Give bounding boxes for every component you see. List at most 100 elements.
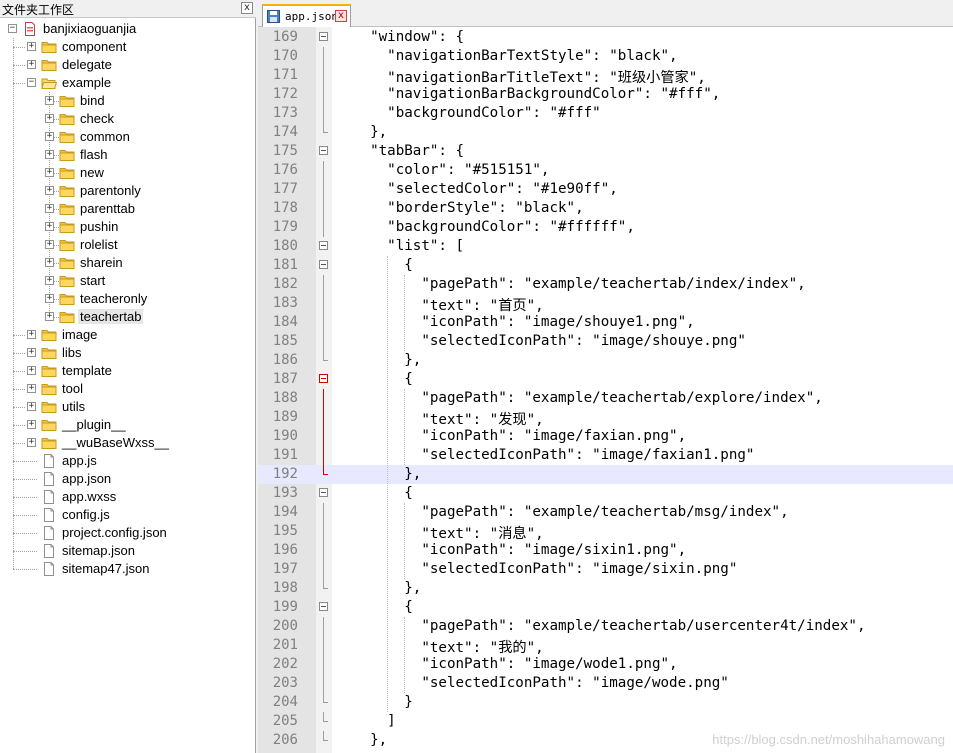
fold-toggle-icon[interactable] — [319, 146, 328, 155]
tree-folder-item[interactable]: + libs — [0, 344, 256, 362]
expand-toggle-icon[interactable]: + — [45, 186, 54, 195]
tree-folder-item[interactable]: + sharein — [0, 254, 256, 272]
code-text[interactable]: "list": [ — [353, 238, 464, 254]
tree-folder-item[interactable]: + common — [0, 128, 256, 146]
code-text[interactable]: "tabBar": { — [353, 143, 464, 159]
expand-toggle-icon[interactable]: + — [27, 438, 36, 447]
tab-close-icon[interactable]: x — [335, 10, 347, 22]
code-text[interactable]: "selectedColor": "#1e90ff", — [353, 181, 618, 197]
tree-folder-item[interactable]: + parentonly — [0, 182, 256, 200]
code-text[interactable]: "borderStyle": "black", — [353, 200, 583, 216]
tree-folder-item[interactable]: + flash — [0, 146, 256, 164]
expand-toggle-icon[interactable]: + — [27, 384, 36, 393]
tree-folder-item[interactable]: + teachertab — [0, 308, 256, 326]
code-text[interactable]: "text": "消息", — [353, 523, 543, 543]
tree-folder-item[interactable]: + image — [0, 326, 256, 344]
expand-toggle-icon[interactable]: + — [27, 420, 36, 429]
expand-toggle-icon[interactable]: + — [27, 402, 36, 411]
expand-toggle-icon[interactable]: + — [27, 348, 36, 357]
code-text[interactable]: "pagePath": "example/teachertab/explore/… — [353, 390, 822, 406]
expand-toggle-icon[interactable]: + — [45, 312, 54, 321]
expand-toggle-icon[interactable]: + — [45, 132, 54, 141]
tree-folder-item[interactable]: + delegate — [0, 56, 256, 74]
code-text[interactable]: "selectedIconPath": "image/faxian1.png" — [353, 447, 754, 463]
expand-toggle-icon[interactable]: + — [45, 150, 54, 159]
tree-folder-item[interactable]: + parenttab — [0, 200, 256, 218]
fold-toggle-icon[interactable] — [319, 602, 328, 611]
tree-folder-item[interactable]: + utils — [0, 398, 256, 416]
code-text[interactable]: "iconPath": "image/faxian.png", — [353, 428, 686, 444]
tree-folder-item[interactable]: + __wuBaseWxss__ — [0, 434, 256, 452]
tree-file-item[interactable]: app.js — [0, 452, 256, 470]
code-text[interactable]: "color": "#515151", — [353, 162, 549, 178]
code-text[interactable]: { — [353, 599, 413, 615]
code-text[interactable]: "window": { — [353, 29, 464, 45]
code-text[interactable]: } — [353, 694, 413, 710]
tree-folder-item[interactable]: + bind — [0, 92, 256, 110]
expand-toggle-icon[interactable]: + — [45, 168, 54, 177]
expand-toggle-icon[interactable]: + — [45, 240, 54, 249]
code-text[interactable]: }, — [353, 732, 387, 748]
code-text[interactable]: }, — [353, 124, 387, 140]
expand-toggle-icon[interactable]: + — [45, 96, 54, 105]
fold-toggle-icon[interactable] — [319, 488, 328, 497]
expand-toggle-icon[interactable]: + — [45, 114, 54, 123]
tree-folder-item[interactable]: − banjixiaoguanjia — [0, 20, 256, 38]
expand-toggle-icon[interactable]: + — [27, 366, 36, 375]
collapse-toggle-icon[interactable]: − — [27, 78, 36, 87]
fold-toggle-icon[interactable] — [319, 241, 328, 250]
expand-toggle-icon[interactable]: + — [45, 276, 54, 285]
tree-file-item[interactable]: project.config.json — [0, 524, 256, 542]
tree-file-item[interactable]: app.json — [0, 470, 256, 488]
collapse-toggle-icon[interactable]: − — [8, 24, 17, 33]
tree-folder-item[interactable]: + component — [0, 38, 256, 56]
code-text[interactable]: { — [353, 485, 413, 501]
tree-folder-item[interactable]: + tool — [0, 380, 256, 398]
expand-toggle-icon[interactable]: + — [45, 204, 54, 213]
tree-folder-item[interactable]: + new — [0, 164, 256, 182]
code-text[interactable]: "navigationBarTitleText": "班级小管家", — [353, 67, 706, 87]
tree-file-item[interactable]: sitemap.json — [0, 542, 256, 560]
code-text[interactable]: ] — [353, 713, 396, 729]
fold-toggle-icon[interactable] — [319, 260, 328, 269]
tab-app-json[interactable]: app.json x — [262, 4, 351, 27]
code-text[interactable]: "text": "发现", — [353, 409, 543, 429]
tree-folder-item[interactable]: + start — [0, 272, 256, 290]
code-text[interactable]: "backgroundColor": "#fff" — [353, 105, 601, 121]
code-text[interactable]: "navigationBarTextStyle": "black", — [353, 48, 677, 64]
code-text[interactable]: "selectedIconPath": "image/sixin.png" — [353, 561, 737, 577]
tree-folder-item[interactable]: + pushin — [0, 218, 256, 236]
tree-folder-item[interactable]: + rolelist — [0, 236, 256, 254]
expand-toggle-icon[interactable]: + — [45, 258, 54, 267]
tree-folder-item[interactable]: + template — [0, 362, 256, 380]
code-text[interactable]: { — [353, 371, 413, 387]
code-text[interactable]: "pagePath": "example/teachertab/msg/inde… — [353, 504, 788, 520]
code-text[interactable]: "text": "我的", — [353, 637, 543, 657]
code-text[interactable]: "iconPath": "image/sixin1.png", — [353, 542, 686, 558]
tree-folder-item[interactable]: − example — [0, 74, 256, 92]
fold-toggle-icon[interactable] — [319, 32, 328, 41]
tree-file-item[interactable]: sitemap47.json — [0, 560, 256, 578]
code-text[interactable]: "pagePath": "example/teachertab/index/in… — [353, 276, 805, 292]
code-text[interactable]: "selectedIconPath": "image/wode.png" — [353, 675, 729, 691]
tree-folder-item[interactable]: + teacheronly — [0, 290, 256, 308]
code-text[interactable]: "text": "首页", — [353, 295, 543, 315]
code-text[interactable]: "selectedIconPath": "image/shouye.png" — [353, 333, 746, 349]
expand-toggle-icon[interactable]: + — [27, 42, 36, 51]
code-area[interactable]: 169 "window": {170 "navigationBarTextSty… — [258, 27, 953, 753]
expand-toggle-icon[interactable]: + — [27, 60, 36, 69]
tree-folder-item[interactable]: + check — [0, 110, 256, 128]
panel-close-button[interactable]: x — [241, 2, 253, 14]
code-text[interactable]: "backgroundColor": "#ffffff", — [353, 219, 635, 235]
expand-toggle-icon[interactable]: + — [27, 330, 36, 339]
expand-toggle-icon[interactable]: + — [45, 294, 54, 303]
code-text[interactable]: "navigationBarBackgroundColor": "#fff", — [353, 86, 720, 102]
tree-file-item[interactable]: app.wxss — [0, 488, 256, 506]
code-text[interactable]: "iconPath": "image/wode1.png", — [353, 656, 677, 672]
expand-toggle-icon[interactable]: + — [45, 222, 54, 231]
tree-folder-item[interactable]: + __plugin__ — [0, 416, 256, 434]
code-text[interactable]: { — [353, 257, 413, 273]
fold-toggle-icon[interactable] — [319, 374, 328, 383]
code-text[interactable]: "pagePath": "example/teachertab/usercent… — [353, 618, 865, 634]
tree-file-item[interactable]: config.js — [0, 506, 256, 524]
